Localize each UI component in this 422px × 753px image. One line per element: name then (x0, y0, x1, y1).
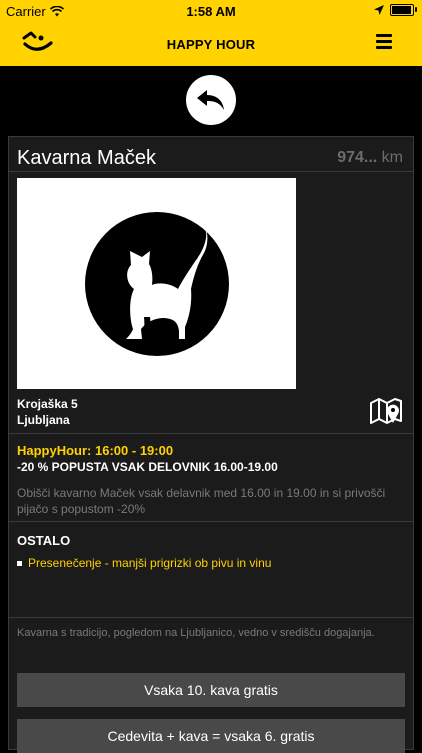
app-header: Carrier 1:58 AM HAPPY HOUR (0, 0, 422, 66)
map-pin-icon[interactable] (369, 397, 403, 425)
status-right (374, 4, 417, 16)
divider (9, 433, 413, 434)
happy-hour-time: 16:00 - 19:00 (95, 443, 174, 458)
venue-name: Kavarna Maček (17, 147, 156, 169)
divider (9, 617, 413, 618)
offer-button-coffee[interactable]: Vsaka 10. kava gratis (17, 673, 405, 707)
happy-hour-discount: -20 % POPUSTA VSAK DELOVNIK 16.00-19.00 (17, 460, 278, 474)
page-title: HAPPY HOUR (166, 37, 256, 52)
distance-value: 974... (337, 149, 378, 166)
divider (9, 171, 413, 172)
battery-icon (390, 4, 417, 16)
hamburger-menu-icon[interactable] (376, 34, 392, 50)
status-bar: Carrier 1:58 AM (0, 0, 422, 24)
offer-button-cedevita[interactable]: Cedevita + kava = vsaka 6. gratis (17, 719, 405, 753)
happy-hour-description: Obišči kavarno Maček vsak delavnik med 1… (17, 486, 386, 516)
status-time: 1:58 AM (186, 4, 236, 19)
location-arrow-icon (374, 5, 384, 15)
venue-about: Kavarna s tradicijo, pogledom na Ljublja… (17, 627, 375, 639)
section-title-ostalo: OSTALO (17, 533, 71, 548)
venue-distance: 974... km (337, 149, 403, 167)
list-item: Presenečenje - manjši prigrizki ob pivu … (17, 556, 271, 570)
distance-unit: km (381, 149, 403, 166)
back-arrow-icon (197, 90, 224, 110)
cat-logo-icon (84, 211, 229, 356)
divider (9, 521, 413, 522)
nav-bar: HAPPY HOUR (0, 24, 422, 66)
happy-hour-label: HappyHour: (17, 443, 92, 458)
address-city: Ljubljana (17, 413, 70, 427)
venue-card: Kavarna Maček 974... km Krojaška 5 Ljubl… (8, 136, 414, 753)
venue-logo-image (17, 178, 296, 389)
happy-hour-block: HappyHour: 16:00 - 19:00 -20 % POPUSTA V… (17, 443, 278, 475)
ostalo-item-text: Presenečenje - manjši prigrizki ob pivu … (28, 556, 272, 570)
address-street: Krojaška 5 (17, 397, 78, 411)
back-button[interactable] (186, 75, 236, 125)
bullet-icon (17, 561, 22, 567)
venue-address: Krojaška 5 Ljubljana (17, 396, 78, 428)
